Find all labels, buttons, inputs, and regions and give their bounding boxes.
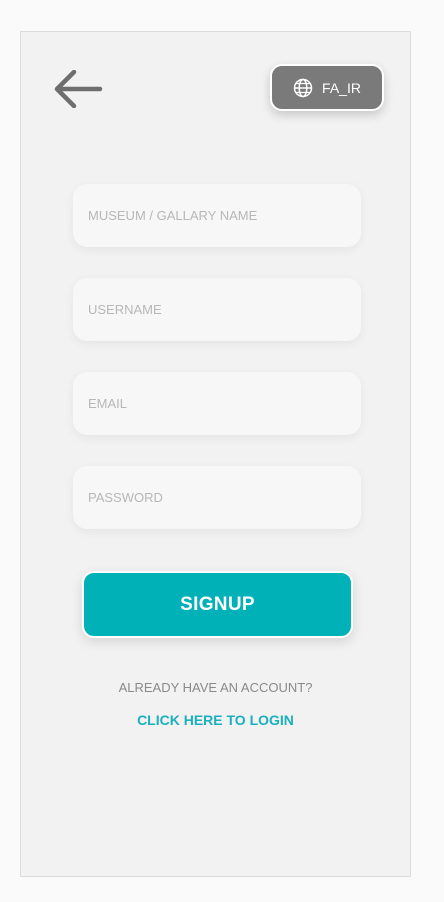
language-button[interactable]: FA_IR [270, 64, 384, 111]
arrow-left-icon [54, 70, 103, 108]
back-button[interactable] [51, 68, 105, 110]
password-input[interactable] [86, 489, 348, 506]
username-input[interactable] [86, 301, 348, 318]
username-field[interactable] [73, 278, 361, 341]
language-label: FA_IR [322, 79, 361, 96]
login-link[interactable]: CLICK HERE TO LOGIN [21, 712, 410, 728]
globe-icon [293, 78, 313, 97]
museum-name-input[interactable] [86, 207, 348, 224]
email-input[interactable] [86, 395, 348, 412]
museum-name-field[interactable] [73, 184, 361, 247]
signup-button[interactable]: SIGNUP [82, 571, 353, 638]
password-field[interactable] [73, 466, 361, 529]
email-field[interactable] [73, 372, 361, 435]
already-account-text: ALREADY HAVE AN ACCOUNT? [118, 680, 313, 695]
signup-card: FA_IR SIGNUP ALREADY HAVE AN ACCOUNT? CL… [20, 31, 411, 877]
